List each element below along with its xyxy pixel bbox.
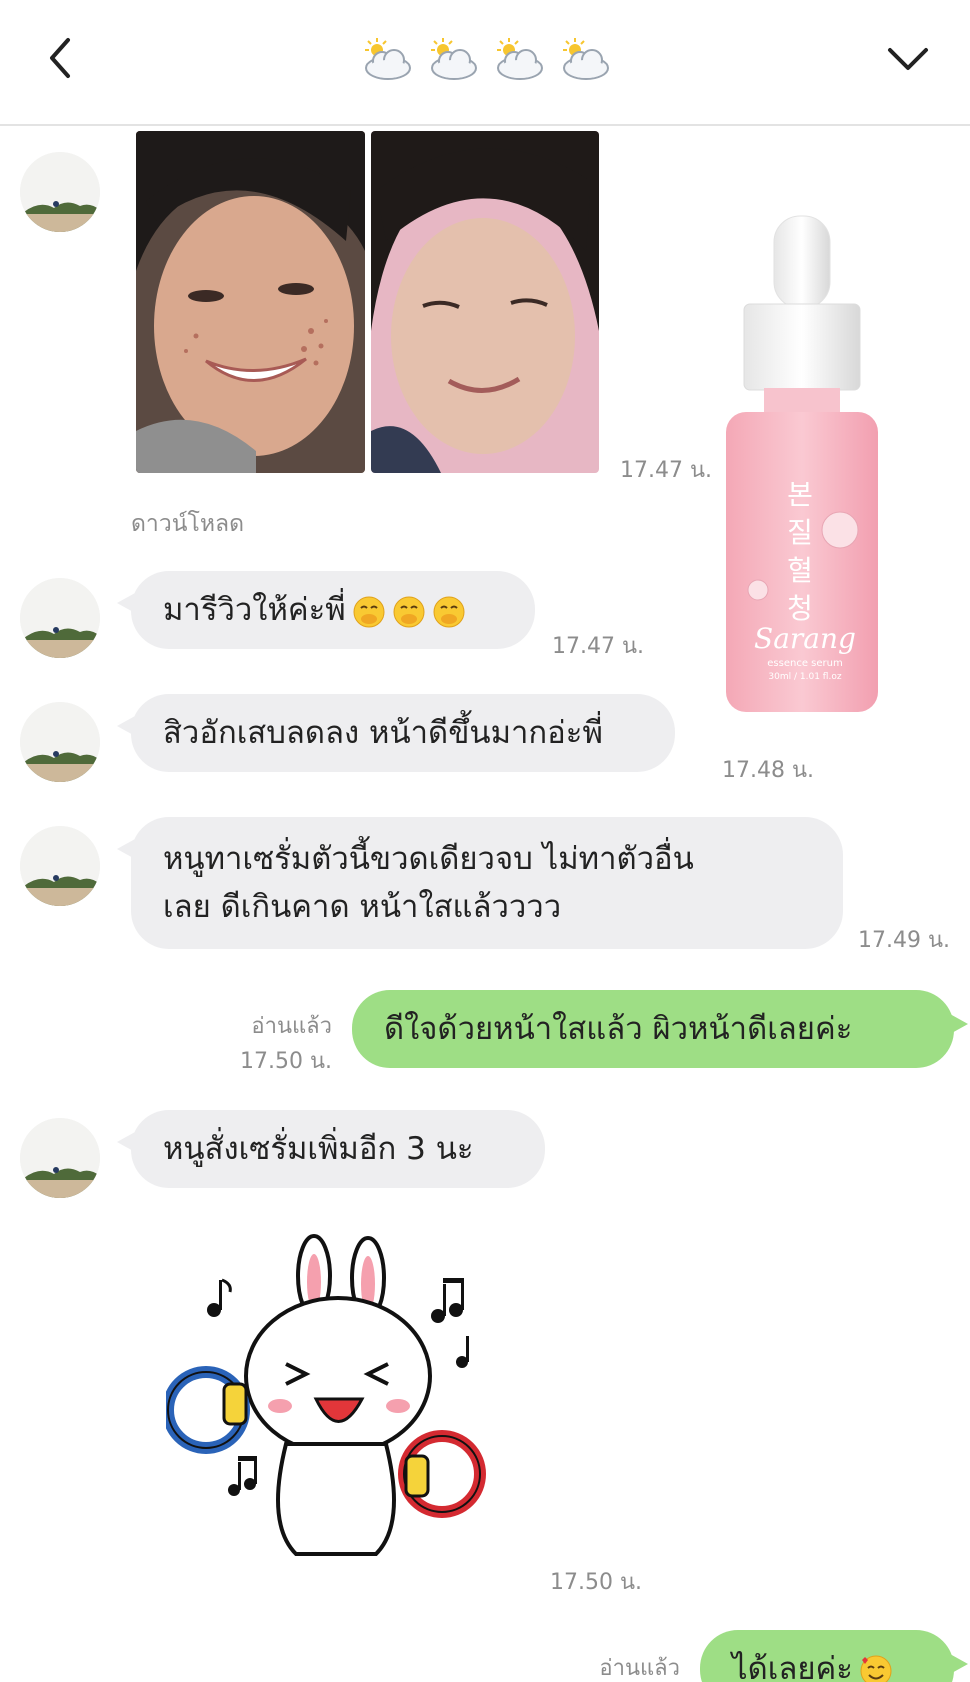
chevron-down-icon xyxy=(888,48,928,70)
chevron-left-icon xyxy=(50,38,70,78)
avatar-landscape-image xyxy=(20,578,100,658)
message-text-line: เลย ดีเกินคาด หน้าใสแล้วววว xyxy=(163,889,562,925)
avatar-landscape-image xyxy=(20,702,100,782)
read-receipt: อ่านแล้ว xyxy=(599,1656,680,1681)
message-bubble[interactable]: หนูสั่งเซรั่มเพิ่มอีก 3 นะ xyxy=(117,1110,545,1188)
message-text: สิวอักเสบลดลง หน้าดีขึ้นมากอ่ะพี่ xyxy=(163,715,603,751)
menu-toggle-button[interactable] xyxy=(880,32,936,84)
avatar[interactable] xyxy=(20,578,100,658)
bunny-tambourine-sticker[interactable] xyxy=(162,1234,496,1574)
bunny-sticker-icon xyxy=(162,1234,486,1556)
back-button[interactable] xyxy=(40,30,88,86)
sun-behind-cloud-icon xyxy=(431,38,477,80)
my-message-bubble[interactable]: ได้เลยค่ะ xyxy=(700,1630,968,1682)
message-text: ดีใจด้วยหน้าใสแล้ว ผิวหน้าดีเลยค่ะ xyxy=(384,1011,853,1047)
serum-product-image: 본 질 혈 청 Sarang essence serum 30ml / 1.01… xyxy=(722,212,882,717)
message-bubble[interactable]: สิวอักเสบลดลง หน้าดีขึ้นมากอ่ะพี่ xyxy=(117,694,675,772)
sun-behind-cloud-icon xyxy=(563,38,609,80)
review-photo-before[interactable] xyxy=(136,131,365,473)
brand-name: Sarang xyxy=(754,622,856,655)
face-with-hand-over-mouth-icon xyxy=(393,596,425,627)
korean-character: 질 xyxy=(787,516,813,549)
message-timestamp: 17.49 น. xyxy=(858,928,951,953)
korean-character: 혈 xyxy=(787,554,813,587)
my-message-bubble[interactable]: ดีใจด้วยหน้าใสแล้ว ผิวหน้าดีเลยค่ะ xyxy=(352,990,968,1068)
avatar[interactable] xyxy=(20,152,100,232)
message-text: หนูสั่งเซรั่มเพิ่มอีก 3 นะ xyxy=(163,1131,474,1167)
avatar[interactable] xyxy=(20,1118,100,1198)
face-with-hand-over-mouth-icon xyxy=(353,596,385,627)
read-receipt: อ่านแล้ว xyxy=(251,1014,332,1039)
avatar-landscape-image xyxy=(20,152,100,232)
product-subtitle: essence serum xyxy=(767,658,843,669)
message-timestamp: 17.47 น. xyxy=(620,458,713,483)
message-timestamp: 17.48 น. xyxy=(722,758,815,783)
message-timestamp: 17.47 น. xyxy=(552,634,645,659)
message-text: ได้เลยค่ะ xyxy=(732,1651,853,1682)
chat-header xyxy=(0,0,970,126)
face-with-hand-over-mouth-icon xyxy=(433,596,465,627)
download-link[interactable]: ดาวน์โหลด xyxy=(131,506,244,542)
message-text: มารีวิวให้ค่ะพี่ xyxy=(163,592,346,628)
sun-behind-cloud-icon xyxy=(365,38,411,80)
face-photo-before xyxy=(136,131,365,473)
avatar[interactable] xyxy=(20,826,100,906)
avatar[interactable] xyxy=(20,702,100,782)
review-photo-after[interactable] xyxy=(371,131,599,473)
korean-character: 본 xyxy=(787,478,813,511)
message-bubble[interactable]: มารีวิวให้ค่ะพี่ xyxy=(117,571,535,649)
smiling-face-with-hearts-icon xyxy=(860,1655,892,1682)
chat-title xyxy=(360,36,612,86)
avatar-landscape-image xyxy=(20,826,100,906)
message-timestamp: 17.50 น. xyxy=(550,1570,643,1595)
message-bubble[interactable]: หนูทาเซรั่มตัวนี้ขวดเดียวจบ ไม่ทาตัวอื่น… xyxy=(117,817,843,949)
face-photo-after xyxy=(371,131,599,473)
sun-behind-cloud-icon xyxy=(497,38,543,80)
product-volume: 30ml / 1.01 fl.oz xyxy=(768,672,842,682)
message-text-line: หนูทาเซรั่มตัวนี้ขวดเดียวจบ ไม่ทาตัวอื่น xyxy=(163,841,694,877)
message-timestamp: 17.50 น. xyxy=(239,1049,332,1074)
avatar-landscape-image xyxy=(20,1118,100,1198)
